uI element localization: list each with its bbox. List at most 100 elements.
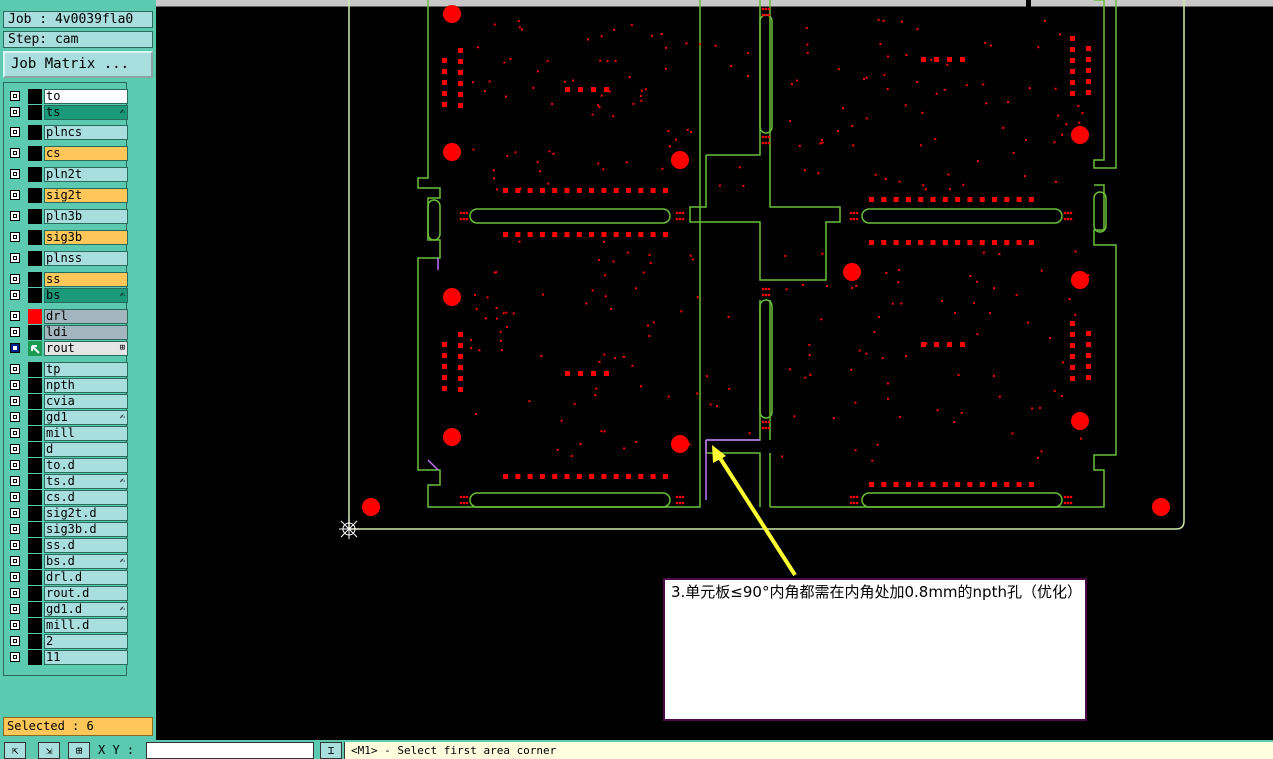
layer-row[interactable]: to bbox=[8, 89, 128, 104]
job-matrix-button[interactable]: Job Matrix ... bbox=[3, 51, 153, 78]
layer-row[interactable]: ts.d ✍ bbox=[8, 474, 128, 489]
layer-color-swatch[interactable] bbox=[28, 378, 42, 393]
layer-row[interactable]: mill bbox=[8, 426, 128, 441]
layer-color-swatch[interactable] bbox=[28, 522, 42, 537]
layer-name[interactable]: sig3b.d bbox=[44, 522, 128, 537]
layer-color-swatch[interactable] bbox=[28, 602, 42, 617]
layer-color-swatch[interactable] bbox=[28, 394, 42, 409]
layer-name[interactable]: ts.d ✍ bbox=[44, 474, 128, 489]
layer-name[interactable]: ts ✍ bbox=[44, 105, 128, 120]
layer-checkbox[interactable] bbox=[10, 556, 20, 566]
layer-row[interactable]: 2 bbox=[8, 634, 128, 649]
layer-checkbox[interactable] bbox=[10, 460, 20, 470]
layer-name[interactable]: sig2t bbox=[44, 188, 128, 203]
layer-row[interactable]: rout.d bbox=[8, 586, 128, 601]
layer-name[interactable]: tp bbox=[44, 362, 128, 377]
layer-color-swatch[interactable] bbox=[28, 490, 42, 505]
layer-checkbox[interactable] bbox=[10, 476, 20, 486]
layer-row[interactable]: bs.d ✍ bbox=[8, 554, 128, 569]
layer-row[interactable]: sig2t.d bbox=[8, 506, 128, 521]
zoom-arrow-icon[interactable]: ⇲ bbox=[38, 742, 60, 759]
layer-name[interactable]: gd1 ✍ bbox=[44, 410, 128, 425]
layer-color-swatch[interactable] bbox=[28, 105, 42, 120]
layer-color-swatch[interactable] bbox=[28, 634, 42, 649]
layer-checkbox[interactable] bbox=[10, 588, 20, 598]
layer-row[interactable]: tp bbox=[8, 362, 128, 377]
layer-checkbox[interactable] bbox=[10, 290, 20, 300]
layer-checkbox[interactable] bbox=[10, 327, 20, 337]
layer-name[interactable]: ss.d bbox=[44, 538, 128, 553]
layer-name[interactable]: ldi bbox=[44, 325, 128, 340]
layer-checkbox[interactable] bbox=[10, 127, 20, 137]
grid-icon[interactable]: ⊞ bbox=[68, 742, 90, 759]
layer-color-swatch[interactable] bbox=[28, 570, 42, 585]
layer-checkbox[interactable] bbox=[10, 253, 20, 263]
layer-checkbox[interactable] bbox=[10, 107, 20, 117]
layer-row[interactable]: ts ✍ bbox=[8, 105, 128, 120]
xy-input[interactable] bbox=[146, 742, 314, 759]
layer-name[interactable]: drl.d bbox=[44, 570, 128, 585]
layer-checkbox[interactable] bbox=[10, 508, 20, 518]
layer-checkbox[interactable] bbox=[10, 311, 20, 321]
layer-name[interactable]: pln2t bbox=[44, 167, 128, 182]
layer-row[interactable]: plnss bbox=[8, 251, 128, 266]
layer-name[interactable]: pln3b bbox=[44, 209, 128, 224]
layer-color-swatch[interactable] bbox=[28, 554, 42, 569]
layer-color-swatch[interactable] bbox=[28, 618, 42, 633]
select-arrow-icon[interactable]: ⇱ bbox=[4, 742, 26, 759]
layer-name[interactable]: mill.d bbox=[44, 618, 128, 633]
layer-color-swatch[interactable] bbox=[28, 146, 42, 161]
layer-name[interactable]: rout ⊞ bbox=[44, 341, 128, 356]
layer-row[interactable]: mill.d bbox=[8, 618, 128, 633]
layer-name[interactable]: to.d bbox=[44, 458, 128, 473]
layer-name[interactable]: cs bbox=[44, 146, 128, 161]
layer-row[interactable]: cs.d bbox=[8, 490, 128, 505]
route-arrow-icon[interactable] bbox=[28, 341, 42, 356]
layer-color-swatch[interactable] bbox=[28, 251, 42, 266]
layer-row[interactable]: drl bbox=[8, 309, 128, 324]
layer-name[interactable]: to bbox=[44, 89, 128, 104]
layer-name[interactable]: rout.d bbox=[44, 586, 128, 601]
layer-checkbox[interactable] bbox=[10, 396, 20, 406]
layer-row[interactable]: npth bbox=[8, 378, 128, 393]
layer-name[interactable]: plncs bbox=[44, 125, 128, 140]
layer-row[interactable]: bs ✍ bbox=[8, 288, 128, 303]
layer-row[interactable]: ss bbox=[8, 272, 128, 287]
layer-row[interactable]: rout ⊞ bbox=[8, 341, 128, 356]
layer-row[interactable]: drl.d bbox=[8, 570, 128, 585]
layer-name[interactable]: cvia bbox=[44, 394, 128, 409]
layer-name[interactable]: drl bbox=[44, 309, 128, 324]
layer-color-swatch[interactable] bbox=[28, 458, 42, 473]
layer-checkbox[interactable] bbox=[10, 190, 20, 200]
layer-checkbox[interactable] bbox=[10, 444, 20, 454]
layer-row[interactable]: plncs bbox=[8, 125, 128, 140]
layer-checkbox[interactable] bbox=[10, 636, 20, 646]
layer-checkbox[interactable] bbox=[10, 91, 20, 101]
layer-checkbox[interactable] bbox=[10, 380, 20, 390]
layer-checkbox[interactable] bbox=[10, 604, 20, 614]
layer-name[interactable]: bs.d ✍ bbox=[44, 554, 128, 569]
layer-name[interactable]: d bbox=[44, 442, 128, 457]
layer-color-swatch[interactable] bbox=[28, 474, 42, 489]
layer-color-swatch[interactable] bbox=[28, 586, 42, 601]
layer-color-swatch[interactable] bbox=[28, 650, 42, 665]
layer-color-swatch[interactable] bbox=[28, 188, 42, 203]
layer-color-swatch[interactable] bbox=[28, 506, 42, 521]
layer-checkbox[interactable] bbox=[10, 540, 20, 550]
layer-color-swatch[interactable] bbox=[28, 362, 42, 377]
layer-name[interactable]: npth bbox=[44, 378, 128, 393]
layer-color-swatch[interactable] bbox=[28, 538, 42, 553]
layer-row[interactable]: pln3b bbox=[8, 209, 128, 224]
layer-name[interactable]: gd1.d ✍ bbox=[44, 602, 128, 617]
layer-color-swatch[interactable] bbox=[28, 426, 42, 441]
layer-checkbox[interactable] bbox=[10, 343, 20, 353]
layer-color-swatch[interactable] bbox=[28, 89, 42, 104]
layer-checkbox[interactable] bbox=[10, 148, 20, 158]
layer-checkbox[interactable] bbox=[10, 492, 20, 502]
layer-checkbox[interactable] bbox=[10, 169, 20, 179]
layer-name[interactable]: 11 bbox=[44, 650, 128, 665]
layer-row[interactable]: sig3b.d bbox=[8, 522, 128, 537]
layer-color-swatch[interactable] bbox=[28, 230, 42, 245]
layer-color-swatch[interactable] bbox=[28, 288, 42, 303]
layer-checkbox[interactable] bbox=[10, 428, 20, 438]
